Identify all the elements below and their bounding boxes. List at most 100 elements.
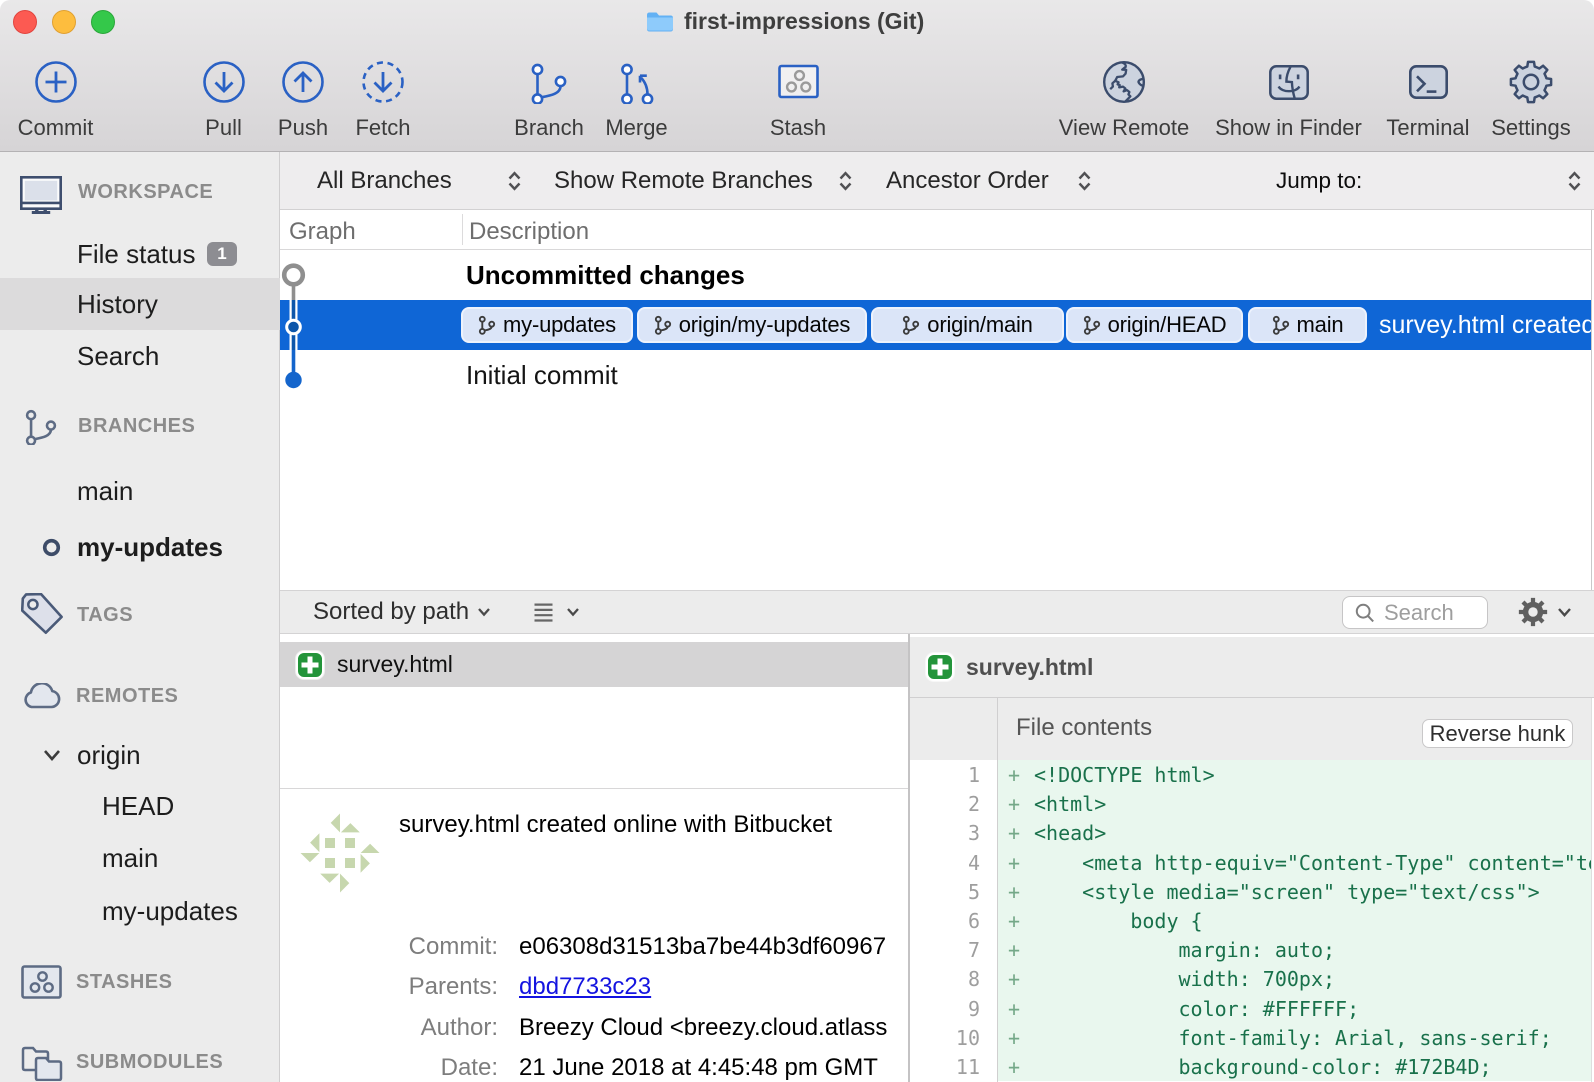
- reverse-hunk-button[interactable]: Reverse hunk: [1422, 719, 1573, 748]
- parent-commit-link[interactable]: dbd7733c23: [519, 973, 651, 1000]
- show-in-finder-button[interactable]: Show in Finder: [1211, 56, 1366, 141]
- diff-settings-dropdown[interactable]: [1518, 591, 1572, 633]
- remote-my-updates-label: my-updates: [102, 896, 238, 927]
- view-mode-dropdown[interactable]: [534, 591, 580, 633]
- sidebar-remote-origin[interactable]: origin: [0, 740, 280, 770]
- line-number: 9: [910, 997, 980, 1021]
- line-number: 5: [910, 880, 980, 904]
- branch-pill-origin-my-updates[interactable]: origin/my-updates: [637, 307, 867, 343]
- diff-file-header[interactable]: survey.html: [910, 637, 1594, 698]
- file-added-icon: [926, 653, 954, 681]
- column-description[interactable]: Description: [469, 218, 589, 246]
- column-divider[interactable]: [462, 214, 463, 245]
- workspace-monitor-icon: [20, 176, 62, 214]
- terminal-button[interactable]: Terminal: [1383, 56, 1473, 141]
- settings-button[interactable]: Settings: [1486, 56, 1576, 141]
- column-graph[interactable]: Graph: [289, 218, 356, 246]
- commit-field-label: Commit:: [280, 933, 498, 961]
- sidebar-section-remotes: REMOTES: [0, 681, 280, 711]
- remotes-cloud-icon: [21, 683, 61, 709]
- detail-row-date: Date: 21 June 2018 at 4:45:48 pm GMT: [280, 1048, 908, 1082]
- merge-button[interactable]: Merge: [604, 56, 669, 141]
- finder-icon: [1269, 65, 1309, 100]
- remote-filter-dropdown[interactable]: Show Remote Branches: [554, 152, 853, 210]
- stashes-header: STASHES: [76, 971, 172, 994]
- commit-row-uncommitted[interactable]: Uncommitted changes: [280, 250, 1594, 300]
- sidebar-remote-main[interactable]: main: [0, 843, 280, 873]
- diff-line[interactable]: 1+<!DOCTYPE html>: [910, 760, 1594, 789]
- submodules-header: SUBMODULES: [76, 1051, 223, 1074]
- sidebar-item-search[interactable]: Search: [0, 341, 280, 371]
- view-remote-button[interactable]: View Remote: [1056, 56, 1192, 141]
- diff-line[interactable]: 11+ background-color: #172B4D;: [910, 1052, 1594, 1081]
- line-number: 3: [910, 821, 980, 845]
- pull-button[interactable]: Pull: [186, 56, 261, 141]
- fetch-button[interactable]: Fetch: [343, 56, 423, 141]
- branch-button[interactable]: Branch: [511, 56, 587, 141]
- code-text: color: #FFFFFF;: [1034, 997, 1591, 1021]
- sidebar-section-submodules: SUBMODULES: [0, 1047, 280, 1077]
- toolbar-icon-wrap: [1383, 56, 1473, 108]
- view-remote-label: View Remote: [1056, 115, 1192, 141]
- sort-dropdown[interactable]: Sorted by path: [313, 591, 491, 633]
- branch-pill-icon: [1272, 315, 1290, 335]
- minimize-button[interactable]: [52, 10, 76, 34]
- toolbar-icon-wrap: [186, 56, 261, 108]
- table-header: Graph Description: [280, 210, 1594, 250]
- chevron-down-icon: [477, 607, 491, 617]
- diff-line[interactable]: 10+ font-family: Arial, sans-serif;: [910, 1023, 1594, 1052]
- code-text: <meta http-equiv="Content-Type" content=…: [1034, 851, 1591, 875]
- commit-row-initial[interactable]: Initial commit: [280, 350, 1594, 400]
- jump-to-dropdown[interactable]: Jump to:: [1276, 152, 1362, 210]
- hunk-header: File contents Reverse hunk: [910, 698, 1594, 760]
- search-input[interactable]: Search: [1342, 596, 1488, 629]
- search-label: Search: [77, 341, 159, 372]
- filter-bar: All Branches Show Remote Branches Ancest…: [280, 152, 1594, 210]
- line-number: 2: [910, 792, 980, 816]
- sidebar-item-file-status[interactable]: File status 1: [0, 239, 280, 269]
- zoom-button[interactable]: [91, 10, 115, 34]
- commit-button[interactable]: Commit: [8, 56, 103, 141]
- diff-line[interactable]: 7+ margin: auto;: [910, 935, 1594, 964]
- diff-line[interactable]: 8+ width: 700px;: [910, 964, 1594, 993]
- diff-line[interactable]: 3+<head>: [910, 818, 1594, 847]
- diff-line[interactable]: 9+ color: #FFFFFF;: [910, 994, 1594, 1023]
- order-filter-dropdown[interactable]: Ancestor Order: [886, 152, 1092, 210]
- branches-header: BRANCHES: [78, 415, 195, 438]
- chevron-down-icon[interactable]: [43, 748, 61, 762]
- commit-graph: [280, 250, 320, 590]
- toolbar-icon-wrap: [1211, 56, 1366, 108]
- code-text: width: 700px;: [1034, 967, 1591, 991]
- added-sign: +: [1008, 851, 1020, 875]
- sidebar-branch-main[interactable]: main: [0, 476, 280, 506]
- push-button[interactable]: Push: [263, 56, 343, 141]
- sidebar-remote-head[interactable]: HEAD: [0, 791, 280, 821]
- commit-row-selected[interactable]: my-updates origin/my-updates: [280, 300, 1594, 350]
- stash-button[interactable]: Stash: [767, 56, 829, 141]
- diff-line[interactable]: 5+ <style media="screen" type="text/css"…: [910, 877, 1594, 906]
- order-filter-value: Ancestor Order: [886, 167, 1049, 195]
- chevron-down-icon: [566, 607, 580, 617]
- diff-line[interactable]: 2+<html>: [910, 789, 1594, 818]
- file-list-row[interactable]: survey.html: [280, 642, 908, 687]
- pill-label: my-updates: [503, 312, 616, 338]
- sidebar-remote-my-updates[interactable]: my-updates: [0, 896, 280, 926]
- added-sign: +: [1008, 880, 1020, 904]
- diff-line[interactable]: 4+ <meta http-equiv="Content-Type" conte…: [910, 848, 1594, 877]
- branch-filter-dropdown[interactable]: All Branches: [317, 152, 522, 210]
- author-field-label: Author:: [280, 1014, 498, 1042]
- diff-line[interactable]: 6+ body {: [910, 906, 1594, 935]
- search-placeholder: Search: [1384, 600, 1454, 626]
- code-text: <head>: [1034, 821, 1591, 845]
- branch-pill-main[interactable]: main: [1248, 307, 1367, 343]
- settings-label: Settings: [1486, 115, 1576, 141]
- sidebar-branch-my-updates[interactable]: my-updates: [0, 532, 280, 562]
- jump-to-chevron[interactable]: [1567, 152, 1582, 210]
- branch-pill-origin-main[interactable]: origin/main: [871, 307, 1064, 343]
- branch-pill-my-updates[interactable]: my-updates: [461, 307, 633, 343]
- branch-pill-origin-head[interactable]: origin/HEAD: [1066, 307, 1243, 343]
- plus-circle-icon: [34, 60, 78, 104]
- sidebar-item-history[interactable]: History: [0, 289, 280, 319]
- close-button[interactable]: [13, 10, 37, 34]
- branch-label: Branch: [511, 115, 587, 141]
